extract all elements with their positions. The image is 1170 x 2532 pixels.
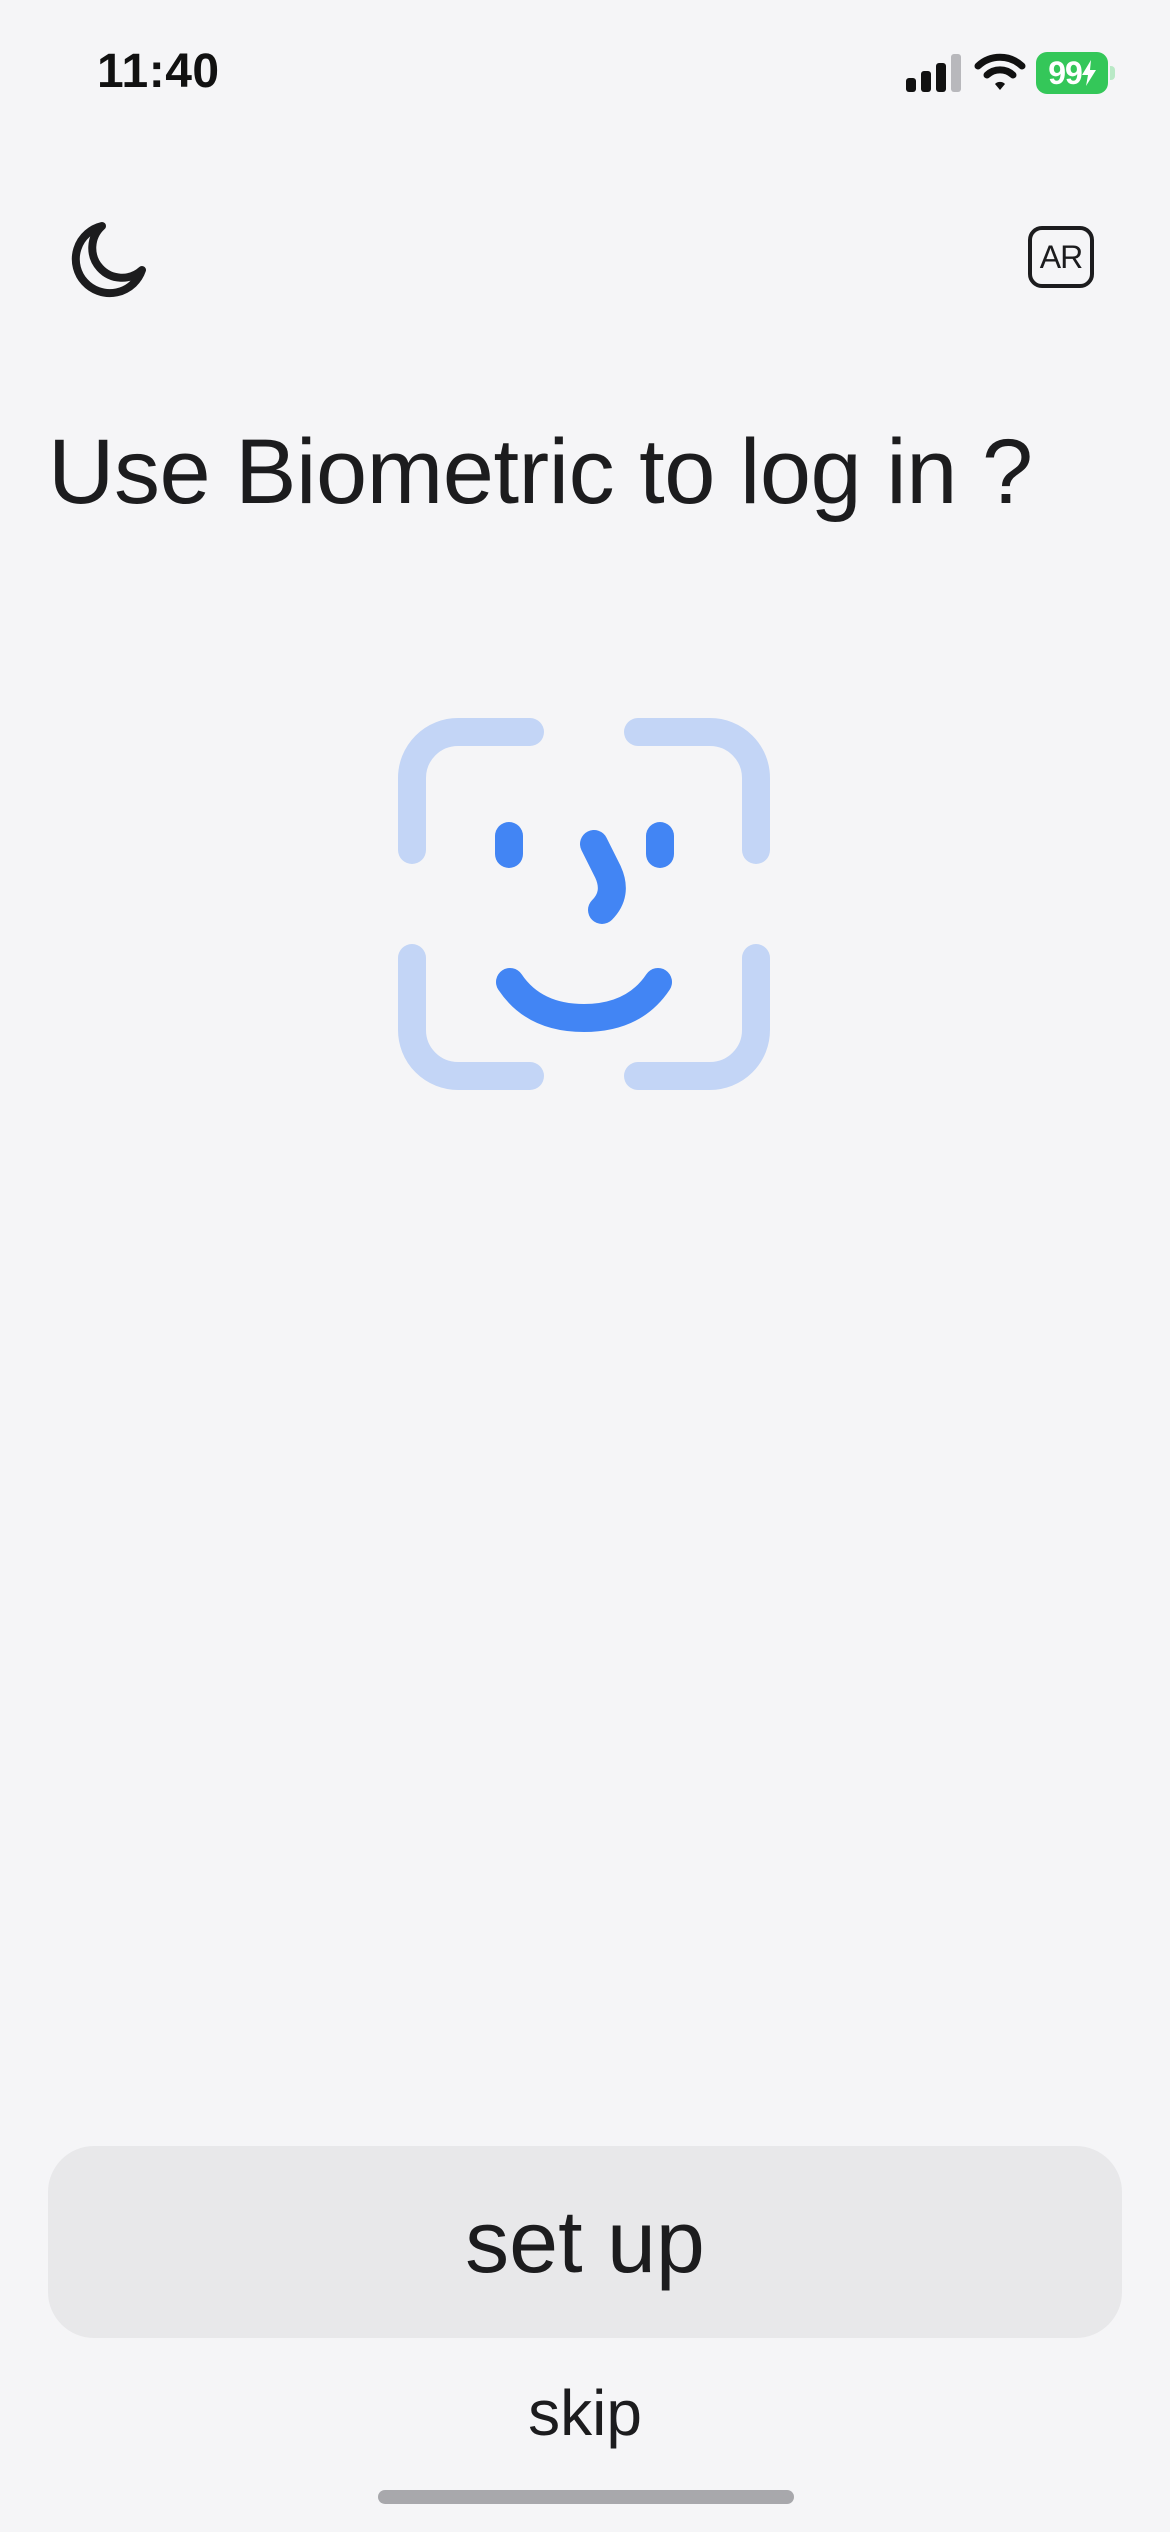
battery-percent: 99 bbox=[1048, 54, 1083, 91]
language-toggle-button[interactable]: AR bbox=[1028, 226, 1094, 288]
set-up-button[interactable]: set up bbox=[48, 2146, 1122, 2338]
battery-indicator: 99 bbox=[1036, 52, 1115, 94]
moon-icon bbox=[71, 222, 146, 298]
battery-cap bbox=[1110, 66, 1115, 80]
status-bar: 11:40 99 bbox=[0, 0, 1170, 150]
theme-toggle-button[interactable] bbox=[62, 212, 158, 308]
skip-button[interactable]: skip bbox=[0, 2376, 1170, 2450]
language-label: AR bbox=[1039, 238, 1083, 275]
status-time: 11:40 bbox=[97, 45, 220, 98]
page-title: Use Biometric to log in ? bbox=[48, 421, 1033, 523]
battery-level: 99 bbox=[1036, 52, 1108, 94]
home-indicator[interactable] bbox=[378, 2490, 794, 2504]
set-up-label: set up bbox=[465, 2192, 705, 2291]
cellular-signal-icon bbox=[906, 54, 961, 92]
charging-bolt-icon bbox=[1081, 60, 1096, 86]
wifi-icon bbox=[974, 53, 1026, 90]
face-id-icon bbox=[398, 718, 770, 1090]
